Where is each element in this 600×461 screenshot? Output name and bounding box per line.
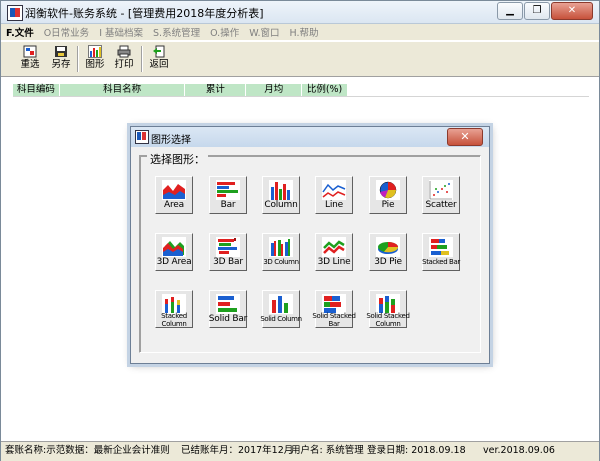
status-version: ver.2018.09.06 [483, 445, 555, 456]
main-window: 润衡软件-账务系统 - [管理费用2018年度分析表] ▁ ❐ ✕ F.文件 O… [0, 0, 600, 461]
area-chart-icon [162, 180, 186, 200]
col-account-name[interactable]: 科目名称 [59, 84, 186, 96]
chart-solid-stacked-column-button[interactable]: Solid Stacked Column [366, 290, 410, 328]
chart-3d-column-button[interactable]: 3D Column [262, 233, 300, 271]
chart-3d-line-button[interactable]: 3D Line [315, 233, 353, 271]
3d-pie-chart-icon [376, 237, 400, 257]
toolbar: 重选 另存 图形 打印 返回 [1, 41, 599, 77]
dialog-title: 图形选择 [151, 135, 191, 146]
chart-3d-pie-button[interactable]: 3D Pie [369, 233, 407, 271]
reselect-icon [23, 45, 37, 58]
menu-daily[interactable]: O日常业务 [39, 25, 94, 39]
back-icon [152, 45, 166, 58]
column-chart-icon [269, 180, 293, 200]
solid-column-chart-icon [269, 294, 293, 314]
chart-area-button[interactable]: Area [155, 176, 193, 214]
bar-chart-icon [216, 180, 240, 200]
grid-header: 科目编码 科目名称 累计 月均 比例(%) [13, 84, 348, 96]
chart-3d-area-button[interactable]: 3D Area [155, 233, 193, 271]
3d-bar-chart-icon [216, 237, 240, 257]
solid-bar-chart-icon [216, 294, 240, 314]
status-closed-month: 已结账年月：2017年12月 [181, 445, 294, 456]
restore-button[interactable]: ❐ [524, 2, 550, 20]
group-label: 选择图形： [147, 151, 208, 167]
chart-pie-button[interactable]: Pie [369, 176, 407, 214]
chart-stacked-bar-button[interactable]: Stacked Bar [422, 233, 460, 271]
line-chart-icon [322, 180, 346, 200]
bar-chart-icon [88, 45, 102, 58]
chart-solid-column-button[interactable]: Solid Column [260, 290, 302, 328]
save-as-icon [54, 45, 68, 58]
col-monthly-avg[interactable]: 月均 [246, 84, 303, 96]
menu-file[interactable]: F.文件 [1, 25, 39, 39]
back-button[interactable]: 返回 [144, 44, 174, 74]
col-ratio[interactable]: 比例(%) [302, 84, 348, 96]
solid-stacked-bar-chart-icon [322, 294, 346, 314]
menu-operate[interactable]: O.操作 [205, 25, 244, 39]
menu-system[interactable]: S.系统管理 [148, 25, 205, 39]
window-title: 润衡软件-账务系统 - [管理费用2018年度分析表] [25, 7, 264, 20]
menu-window[interactable]: W.窗口 [244, 25, 284, 39]
chart-solid-bar-button[interactable]: Solid Bar [209, 290, 247, 328]
3d-area-chart-icon [162, 237, 186, 257]
close-button[interactable]: ✕ [551, 2, 593, 20]
chart-scatter-button[interactable]: Scatter [422, 176, 460, 214]
dialog-app-icon [135, 130, 149, 144]
solid-stacked-column-chart-icon [376, 294, 400, 314]
chart-line-button[interactable]: Line [315, 176, 353, 214]
scatter-chart-icon [429, 180, 453, 200]
menu-bar: F.文件 O日常业务 I 基础档案 S.系统管理 O.操作 W.窗口 H.帮助 [1, 24, 599, 40]
grid-divider [13, 96, 589, 97]
minimize-button[interactable]: ▁ [497, 2, 523, 20]
save-as-button[interactable]: 另存 [46, 44, 76, 74]
status-bar: 套账名称:示范数据：最新企业会计准则 已结账年月：2017年12月 用户名: 系… [1, 441, 599, 461]
print-button[interactable]: 打印 [109, 44, 139, 74]
pie-chart-icon [376, 180, 400, 200]
chart-column-button[interactable]: Column [262, 176, 300, 214]
menu-help[interactable]: H.帮助 [285, 25, 324, 39]
status-user: 用户名: 系统管理 [291, 445, 364, 456]
stacked-column-chart-icon [162, 294, 186, 314]
stacked-bar-chart-icon [429, 237, 453, 257]
col-cumulative[interactable]: 累计 [185, 84, 247, 96]
printer-icon [117, 45, 131, 58]
status-account-set: 套账名称:示范数据：最新企业会计准则 [5, 445, 170, 456]
chart-stacked-column-button[interactable]: Stacked Column [155, 290, 193, 328]
menu-basic[interactable]: I 基础档案 [94, 25, 148, 39]
chart-solid-stacked-bar-button[interactable]: Solid Stacked Bar [312, 290, 356, 328]
3d-column-chart-icon [269, 237, 293, 257]
chart-select-dialog: 图形选择 ✕ 选择图形： Area Bar Column Line Pie Sc… [130, 126, 490, 364]
status-login-date: 登录日期: 2018.09.18 [367, 445, 466, 456]
chart-3d-bar-button[interactable]: 3D Bar [209, 233, 247, 271]
dialog-close-button[interactable]: ✕ [447, 128, 483, 146]
title-bar: 润衡软件-账务系统 - [管理费用2018年度分析表] ▁ ❐ ✕ [1, 1, 599, 24]
3d-line-chart-icon [322, 237, 346, 257]
chart-bar-button[interactable]: Bar [209, 176, 247, 214]
app-icon [7, 5, 23, 21]
reselect-button[interactable]: 重选 [15, 44, 45, 74]
chart-button[interactable]: 图形 [80, 44, 110, 74]
col-account-code[interactable]: 科目编码 [13, 84, 60, 96]
dialog-title-bar: 图形选择 ✕ [131, 127, 489, 147]
